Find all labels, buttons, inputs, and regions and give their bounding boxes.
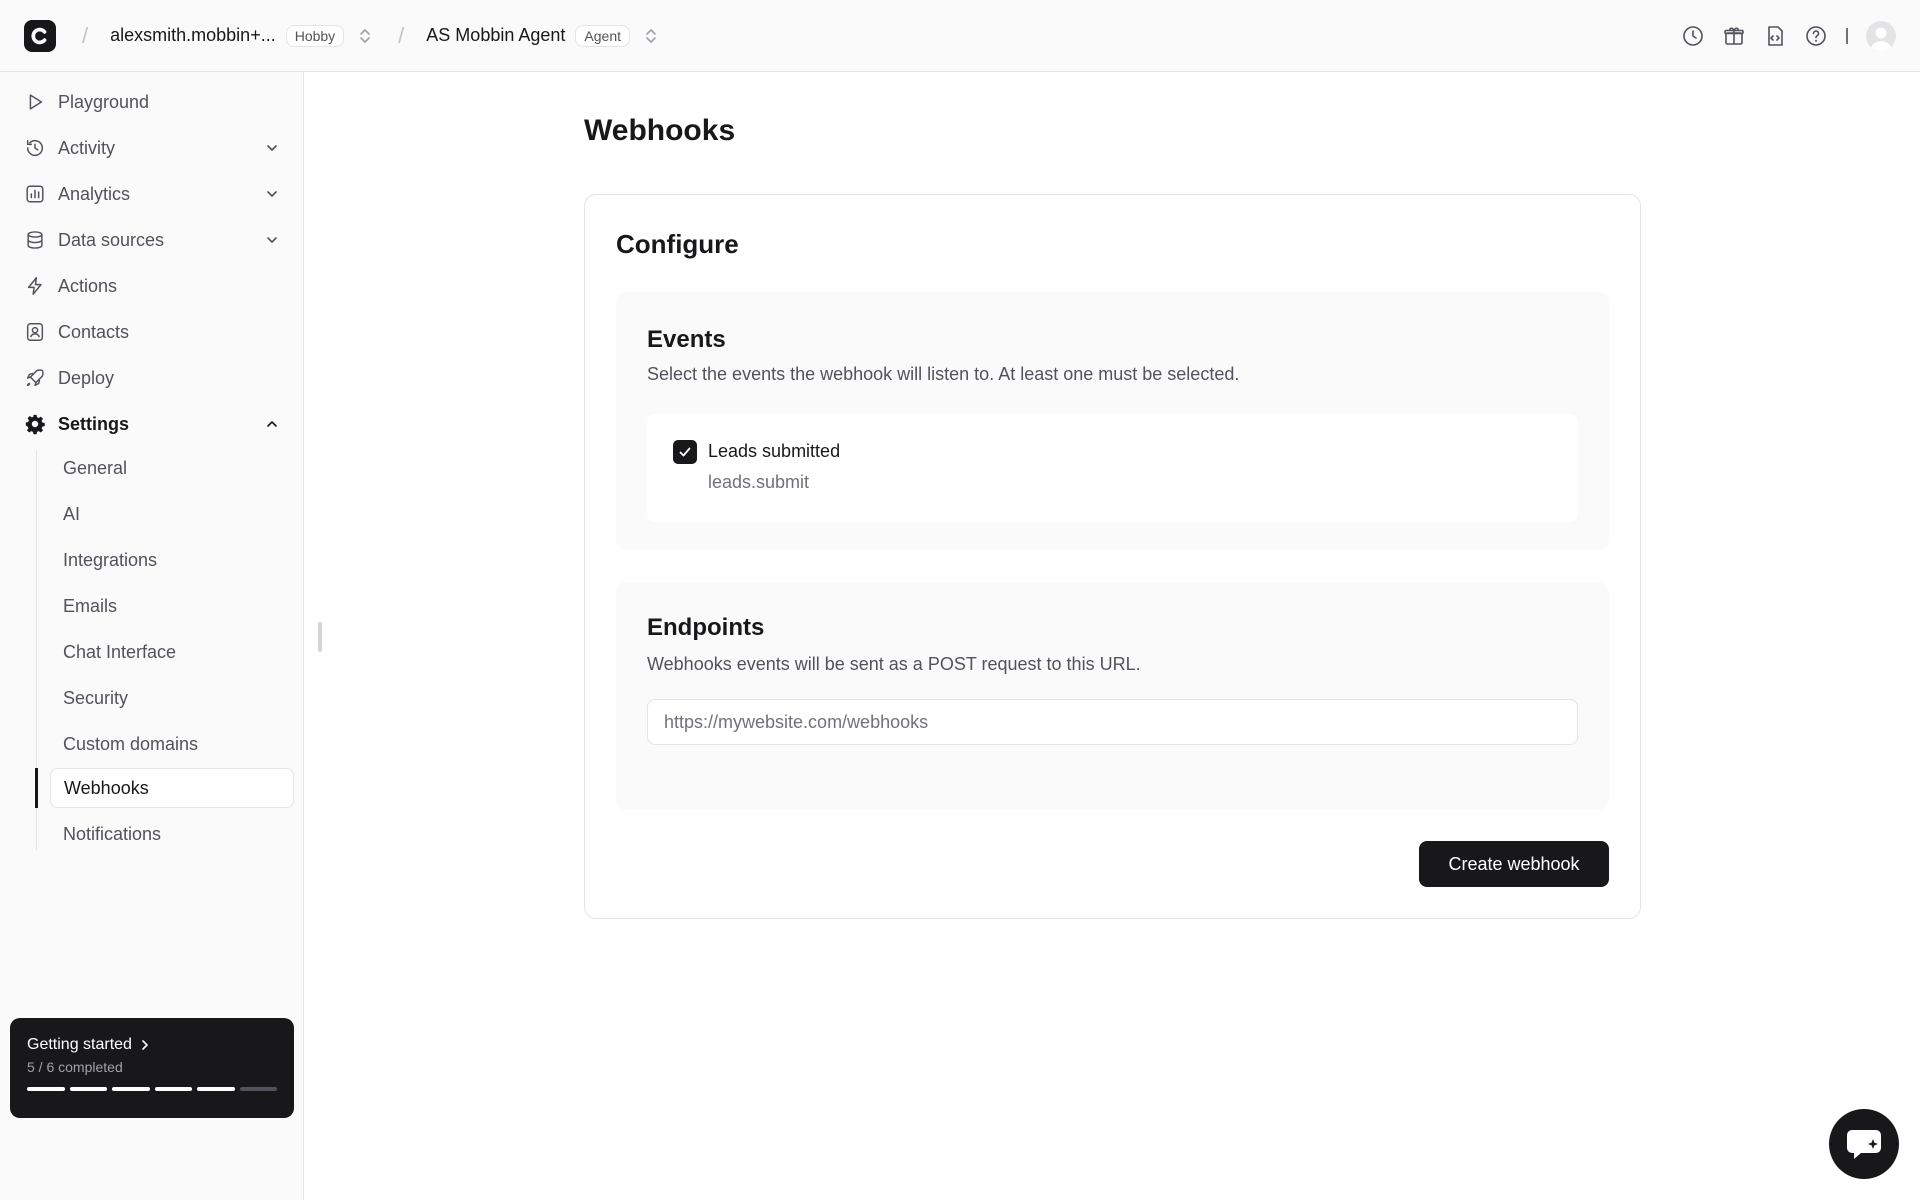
workspace-name[interactable]: alexsmith.mobbin+... — [110, 25, 276, 46]
chevron-down-icon — [267, 145, 277, 151]
chevron-up-icon — [267, 421, 277, 427]
sidebar-item-analytics[interactable]: Analytics — [12, 174, 292, 214]
sidebar-resize-handle[interactable] — [318, 622, 322, 652]
agent-switcher-icon[interactable] — [644, 27, 658, 45]
chevron-right-icon — [142, 1040, 148, 1050]
breadcrumb-separator: / — [398, 22, 405, 48]
workspace-switcher-icon[interactable] — [358, 27, 372, 45]
sidebar: Playground Activity Analytics Data sourc… — [0, 72, 304, 1200]
chart-icon — [26, 185, 44, 203]
create-webhook-button[interactable]: Create webhook — [1419, 841, 1609, 887]
app-logo[interactable] — [24, 19, 56, 52]
progress-segment — [197, 1087, 235, 1091]
history-icon — [26, 139, 44, 157]
settings-sub-integrations[interactable]: Integrations — [50, 540, 294, 580]
getting-started-progress-text: 5 / 6 completed — [27, 1059, 123, 1075]
sidebar-item-label: Analytics — [58, 183, 131, 204]
sidebar-item-label: Data sources — [58, 229, 165, 250]
changelog-clock-icon[interactable] — [1681, 24, 1705, 48]
top-actions — [1681, 20, 1896, 51]
settings-sub-general[interactable]: General — [50, 448, 294, 488]
sidebar-item-deploy[interactable]: Deploy — [12, 358, 292, 398]
endpoints-panel: Endpoints Webhooks events will be sent a… — [616, 582, 1609, 810]
settings-sub-custom-domains[interactable]: Custom domains — [50, 724, 294, 764]
page-title: Webhooks — [584, 114, 736, 147]
gear-icon — [25, 414, 45, 435]
getting-started-progress-bar — [27, 1087, 277, 1091]
sidebar-item-label: Activity — [58, 137, 116, 158]
sidebar-item-contacts[interactable]: Contacts — [12, 312, 292, 352]
logo-c-icon — [31, 27, 47, 44]
progress-segment — [239, 1087, 277, 1091]
top-bar: / alexsmith.mobbin+... Hobby / AS Mobbin… — [0, 0, 1920, 72]
sidebar-item-activity[interactable]: Activity — [12, 128, 292, 168]
active-submenu-marker — [35, 768, 38, 808]
chevron-down-icon — [267, 191, 277, 197]
progress-segment — [112, 1087, 150, 1091]
breadcrumb-separator: / — [82, 22, 89, 48]
progress-segment — [154, 1087, 192, 1091]
events-title: Events — [647, 326, 726, 353]
database-icon — [27, 231, 43, 249]
chevron-down-icon — [267, 237, 277, 243]
event-code: leads.submit — [708, 472, 810, 492]
settings-sub-notifications[interactable]: Notifications — [50, 814, 294, 854]
docs-code-icon[interactable] — [1763, 24, 1787, 48]
leads-submitted-checkbox[interactable] — [673, 440, 697, 464]
chat-widget-button[interactable] — [1829, 1109, 1899, 1179]
user-icon — [1870, 27, 1892, 51]
getting-started-title: Getting started — [27, 1036, 132, 1053]
rocket-icon — [26, 369, 44, 387]
workspace-plan-badge: Hobby — [285, 24, 345, 47]
progress-segment — [69, 1087, 107, 1091]
sidebar-item-label: Contacts — [58, 321, 130, 342]
progress-segment — [27, 1087, 65, 1091]
sidebar-item-label: Deploy — [58, 367, 115, 388]
configure-card: Configure Events Select the events the w… — [584, 194, 1641, 919]
sidebar-item-label: Playground — [58, 91, 150, 112]
help-icon[interactable] — [1804, 24, 1828, 48]
endpoints-title: Endpoints — [647, 614, 765, 641]
agent-badge: Agent — [575, 24, 630, 47]
settings-sub-security[interactable]: Security — [50, 678, 294, 718]
sidebar-item-actions[interactable]: Actions — [12, 266, 292, 306]
event-label: Leads submitted — [708, 441, 841, 461]
settings-sub-emails[interactable]: Emails — [50, 586, 294, 626]
sidebar-item-label: Actions — [58, 275, 118, 296]
configure-title: Configure — [616, 229, 739, 259]
webhook-url-input[interactable] — [647, 699, 1578, 745]
play-icon — [29, 94, 43, 110]
settings-sub-chat-interface[interactable]: Chat Interface — [50, 632, 294, 672]
sidebar-item-playground[interactable]: Playground — [12, 82, 292, 122]
chat-sparkle-icon — [1847, 1130, 1881, 1159]
contact-icon — [26, 323, 44, 341]
check-icon — [679, 447, 691, 457]
user-avatar[interactable] — [1866, 20, 1896, 51]
agent-name[interactable]: AS Mobbin Agent — [426, 25, 565, 46]
events-panel: Events Select the events the webhook wil… — [616, 292, 1609, 550]
bolt-icon — [27, 277, 42, 295]
getting-started-header: Getting started — [27, 1036, 277, 1054]
endpoints-description: Webhooks events will be sent as a POST r… — [647, 654, 1141, 674]
gift-icon[interactable] — [1722, 24, 1746, 48]
settings-sub-ai[interactable]: AI — [50, 494, 294, 534]
settings-sub-webhooks[interactable]: Webhooks — [50, 768, 294, 808]
sidebar-item-data-sources[interactable]: Data sources — [12, 220, 292, 260]
events-description: Select the events the webhook will liste… — [647, 364, 1240, 384]
event-option-leads-submitted[interactable]: Leads submitted leads.submit — [647, 414, 1578, 522]
sidebar-item-settings[interactable]: Settings — [12, 404, 292, 444]
divider — [1846, 27, 1848, 44]
sidebar-item-label: Settings — [58, 413, 130, 434]
getting-started-card[interactable]: Getting started 5 / 6 completed — [10, 1018, 294, 1118]
